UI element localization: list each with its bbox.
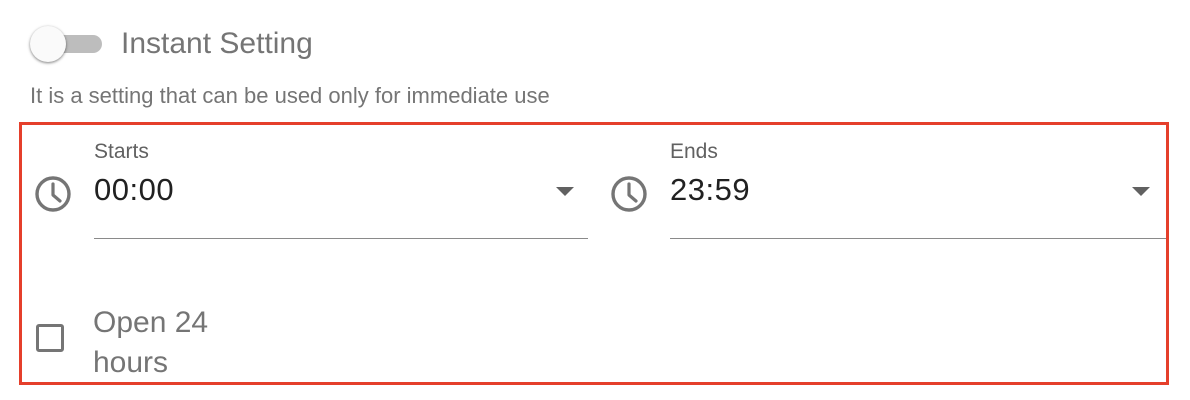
clock-icon [611,176,647,212]
toggle-thumb [30,26,66,62]
instant-setting-row: Instant Setting [28,22,313,66]
starts-underline [94,238,588,239]
chevron-down-icon [556,187,574,196]
ends-underline [670,238,1166,239]
instant-setting-helper-text: It is a setting that can be used only fo… [30,83,550,108]
ends-value: 23:59 [670,172,751,207]
instant-setting-toggle[interactable] [28,22,106,66]
open-24-hours-label[interactable]: Open 24 hours [93,303,253,383]
chevron-down-icon [1132,187,1150,196]
hours-highlight-box: Starts 00:00 Ends 23:59 Open 24 hours [19,122,1169,385]
starts-value: 00:00 [94,172,175,207]
ends-label: Ends [670,140,718,163]
starts-label: Starts [94,140,149,163]
clock-icon [35,176,71,212]
instant-setting-label: Instant Setting [121,27,313,60]
open-24-hours-checkbox[interactable] [36,324,64,352]
starts-time-select[interactable]: Starts 00:00 [94,139,591,241]
ends-time-select[interactable]: Ends 23:59 [670,139,1166,241]
